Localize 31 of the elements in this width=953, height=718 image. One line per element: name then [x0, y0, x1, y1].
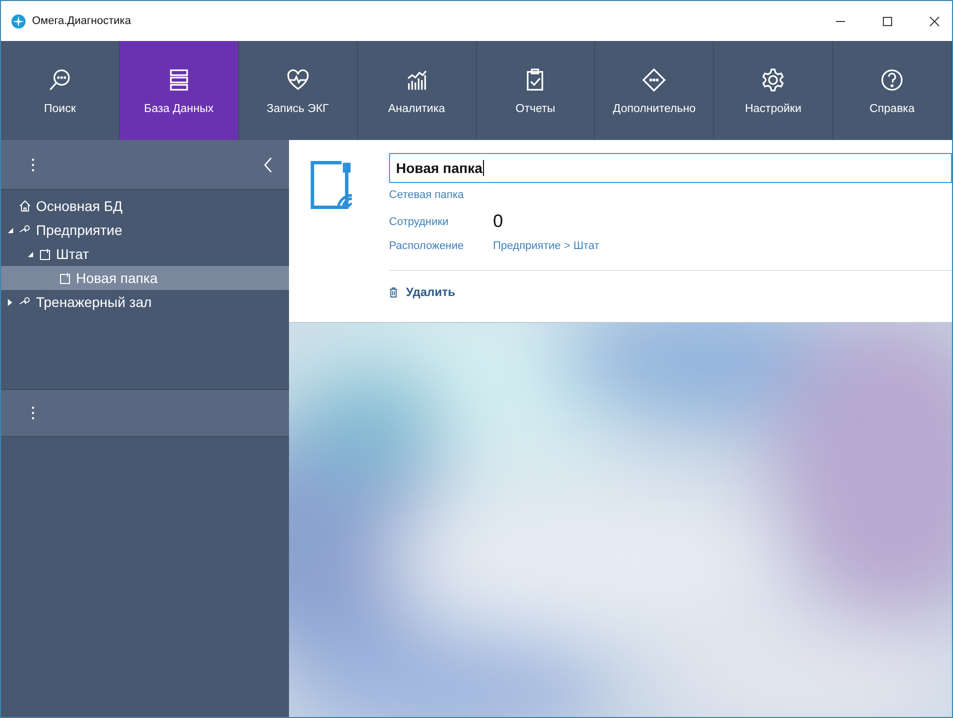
maximize-icon[interactable] [882, 16, 893, 26]
tree-item[interactable]: Основная БД [1, 194, 289, 218]
heartbeat-icon [284, 66, 311, 92]
settings-icon [760, 66, 786, 92]
folder-type-label: Сетевая папка [389, 189, 465, 201]
location-link[interactable]: Предприятие > Штат [493, 240, 600, 252]
window-title: Омега.Диагностика [32, 15, 131, 27]
folder-icon [39, 248, 51, 260]
field-label: Сотрудники [389, 216, 450, 228]
field-label: Расположение [389, 240, 465, 252]
more-menu-icon[interactable] [31, 158, 35, 172]
delete-button[interactable]: Удалить [389, 285, 456, 299]
tree-item[interactable]: Новая папка [1, 266, 289, 290]
tree-item[interactable]: Предприятие [1, 218, 289, 242]
employee-count: 0 [493, 211, 504, 232]
close-icon[interactable] [929, 16, 940, 26]
collapsed-triangle-icon[interactable] [7, 298, 14, 306]
tree-item[interactable]: Штат [1, 242, 289, 266]
expanded-triangle-icon[interactable] [7, 226, 14, 234]
diamond-icon [641, 66, 668, 92]
more-menu-icon[interactable] [31, 406, 35, 420]
folder-icon [59, 272, 71, 284]
trash-icon [389, 286, 398, 298]
home-icon [19, 200, 31, 212]
name-field[interactable]: Новая папка [389, 153, 952, 183]
collapse-icon[interactable] [264, 156, 273, 172]
tree-item[interactable]: Тренажерный зал [1, 290, 289, 314]
nav-tab[interactable]: База Данных [120, 41, 239, 140]
expanded-triangle-icon[interactable] [27, 250, 34, 258]
app-logo-icon [11, 14, 26, 28]
help-icon [879, 66, 906, 92]
